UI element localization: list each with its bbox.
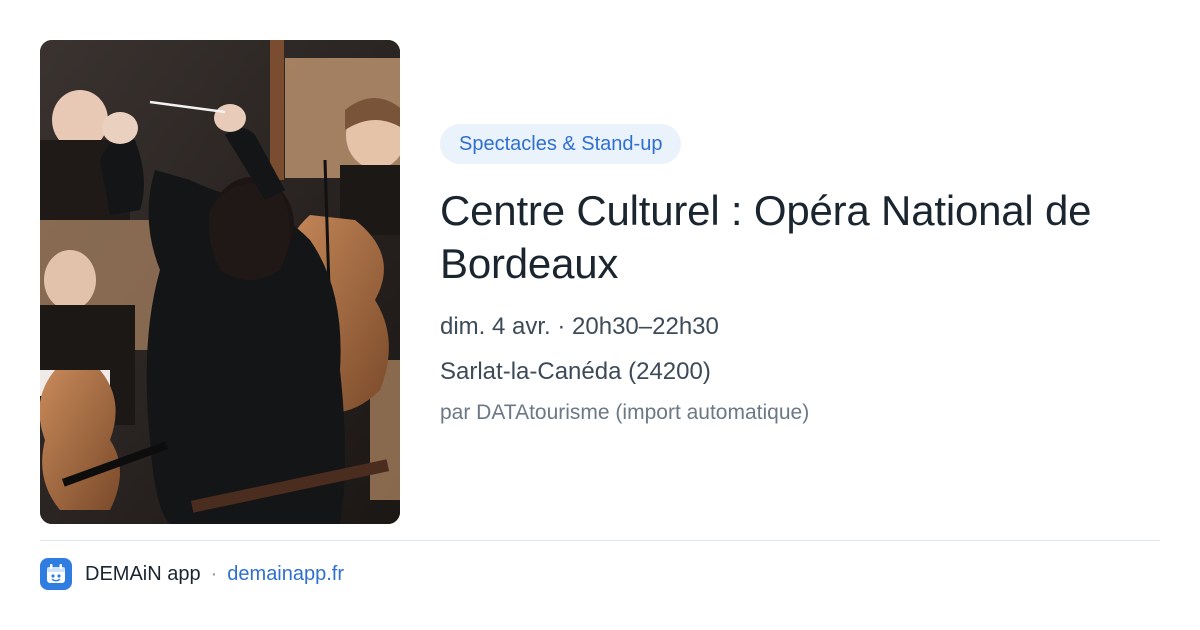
footer-separator: · bbox=[210, 562, 218, 585]
event-title[interactable]: Centre Culturel : Opéra National de Bord… bbox=[440, 184, 1160, 290]
event-datetime: dim. 4 avr. · 20h30–22h30 bbox=[440, 313, 719, 340]
footer-divider bbox=[40, 540, 1160, 541]
app-website-link[interactable]: demainapp.fr bbox=[227, 563, 344, 586]
event-photo bbox=[40, 40, 400, 524]
app-name: DEMAiN app bbox=[85, 562, 201, 585]
event-source: par DATAtourisme (import automatique) bbox=[440, 401, 810, 424]
footer: DEMAiN app · demainapp.fr bbox=[40, 558, 344, 590]
category-badge[interactable]: Spectacles & Stand-up bbox=[440, 124, 682, 164]
demain-app-logo-icon bbox=[40, 558, 72, 590]
event-location: Sarlat-la-Canéda (24200) bbox=[440, 358, 711, 385]
event-details: Spectacles & Stand-up Centre Culturel : … bbox=[440, 124, 1160, 427]
